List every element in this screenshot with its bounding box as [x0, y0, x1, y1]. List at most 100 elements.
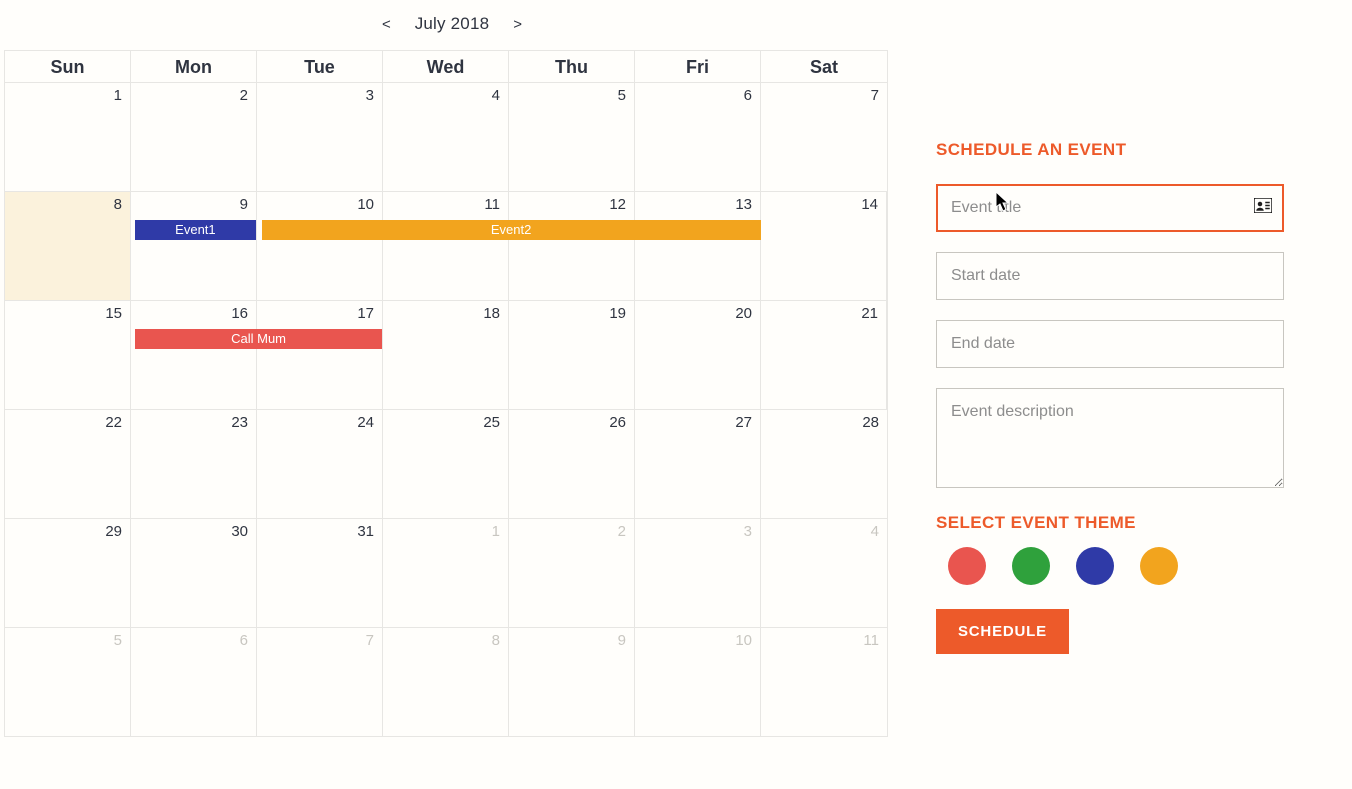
theme-heading: SELECT EVENT THEME — [936, 513, 1284, 533]
day-cell[interactable]: 4 — [761, 519, 887, 627]
day-number: 23 — [231, 414, 248, 431]
day-cell[interactable]: 24 — [257, 410, 383, 518]
form-heading: SCHEDULE AN EVENT — [936, 140, 1284, 160]
event-title-input[interactable] — [936, 184, 1284, 232]
day-number: 13 — [735, 196, 752, 213]
day-cell[interactable]: 28 — [761, 410, 887, 518]
day-cell[interactable]: 2 — [131, 83, 257, 191]
day-cell[interactable]: 18 — [383, 301, 509, 409]
day-number: 7 — [366, 632, 374, 649]
day-number: 14 — [861, 196, 878, 213]
day-cell[interactable]: 3 — [257, 83, 383, 191]
weekday-header: Tue — [257, 51, 383, 82]
day-cell[interactable]: 23 — [131, 410, 257, 518]
weekday-header: Thu — [509, 51, 635, 82]
theme-swatch[interactable] — [1140, 547, 1178, 585]
calendar-grid: SunMonTueWedThuFriSat 123456789101112131… — [4, 50, 888, 737]
theme-swatch[interactable] — [1076, 547, 1114, 585]
day-number: 4 — [492, 87, 500, 104]
day-cell[interactable]: 22 — [5, 410, 131, 518]
day-cell[interactable]: 5 — [509, 83, 635, 191]
day-cell[interactable]: 4 — [383, 83, 509, 191]
day-number: 12 — [609, 196, 626, 213]
weekday-header: Fri — [635, 51, 761, 82]
day-cell[interactable]: 31 — [257, 519, 383, 627]
event-bar[interactable]: Event1 — [135, 220, 255, 240]
day-cell[interactable]: 16 — [131, 301, 257, 409]
day-cell[interactable]: 5 — [5, 628, 131, 736]
day-cell[interactable]: 30 — [131, 519, 257, 627]
schedule-button[interactable]: SCHEDULE — [936, 609, 1069, 654]
day-cell[interactable]: 7 — [761, 83, 887, 191]
day-cell[interactable]: 10 — [635, 628, 761, 736]
day-cell[interactable]: 1 — [383, 519, 509, 627]
day-number: 1 — [114, 87, 122, 104]
day-cell[interactable]: 11 — [383, 192, 509, 300]
day-number: 11 — [484, 196, 500, 213]
month-label: July 2018 — [415, 14, 490, 34]
day-number: 10 — [735, 632, 752, 649]
day-number: 20 — [735, 305, 752, 322]
next-month-button[interactable]: > — [507, 12, 528, 37]
day-cell[interactable]: 11 — [761, 628, 887, 736]
day-number: 18 — [483, 305, 500, 322]
day-cell[interactable]: 21 — [761, 301, 887, 409]
day-cell[interactable]: 10 — [257, 192, 383, 300]
day-cell[interactable]: 19 — [509, 301, 635, 409]
day-number: 8 — [492, 632, 500, 649]
weekday-header: Sat — [761, 51, 887, 82]
day-cell[interactable]: 1 — [5, 83, 131, 191]
day-cell[interactable]: 8 — [5, 192, 131, 300]
day-cell[interactable]: 20 — [635, 301, 761, 409]
prev-month-button[interactable]: < — [376, 12, 397, 37]
day-cell[interactable]: 2 — [509, 519, 635, 627]
day-number: 21 — [861, 305, 878, 322]
weekday-header: Wed — [383, 51, 509, 82]
day-number: 19 — [609, 305, 626, 322]
day-number: 6 — [744, 87, 752, 104]
start-date-input[interactable] — [936, 252, 1284, 300]
day-cell[interactable]: 3 — [635, 519, 761, 627]
day-cell[interactable]: 8 — [383, 628, 509, 736]
weekday-header: Mon — [131, 51, 257, 82]
day-cell[interactable]: 17 — [257, 301, 383, 409]
day-cell[interactable]: 27 — [635, 410, 761, 518]
day-cell[interactable]: 26 — [509, 410, 635, 518]
weekday-header: Sun — [5, 51, 131, 82]
day-number: 5 — [114, 632, 122, 649]
day-cell[interactable]: 9 — [131, 192, 257, 300]
day-cell[interactable]: 6 — [131, 628, 257, 736]
day-cell[interactable]: 25 — [383, 410, 509, 518]
day-number: 27 — [735, 414, 752, 431]
day-number: 16 — [231, 305, 248, 322]
day-number: 25 — [483, 414, 500, 431]
day-number: 22 — [105, 414, 122, 431]
event-bar[interactable]: Event2 — [262, 220, 761, 240]
day-number: 10 — [357, 196, 374, 213]
day-number: 6 — [240, 632, 248, 649]
day-number: 5 — [618, 87, 626, 104]
day-cell[interactable]: 7 — [257, 628, 383, 736]
day-number: 31 — [357, 523, 374, 540]
day-cell[interactable]: 15 — [5, 301, 131, 409]
day-number: 17 — [357, 305, 374, 322]
contact-card-icon — [1254, 198, 1272, 218]
day-cell[interactable]: 13 — [635, 192, 761, 300]
event-description-input[interactable] — [936, 388, 1284, 488]
day-number: 3 — [366, 87, 374, 104]
day-number: 9 — [618, 632, 626, 649]
event-bar[interactable]: Call Mum — [135, 329, 382, 349]
event-form: SCHEDULE AN EVENT SELECT EVENT THEME SCH… — [900, 0, 1320, 737]
day-cell[interactable]: 6 — [635, 83, 761, 191]
day-cell[interactable]: 9 — [509, 628, 635, 736]
day-cell[interactable]: 12 — [509, 192, 635, 300]
day-cell[interactable]: 29 — [5, 519, 131, 627]
day-number: 2 — [618, 523, 626, 540]
day-number: 15 — [105, 305, 122, 322]
day-number: 7 — [871, 87, 879, 104]
day-number: 11 — [863, 632, 879, 649]
end-date-input[interactable] — [936, 320, 1284, 368]
theme-swatch[interactable] — [1012, 547, 1050, 585]
day-cell[interactable]: 14 — [761, 192, 887, 300]
theme-swatch[interactable] — [948, 547, 986, 585]
